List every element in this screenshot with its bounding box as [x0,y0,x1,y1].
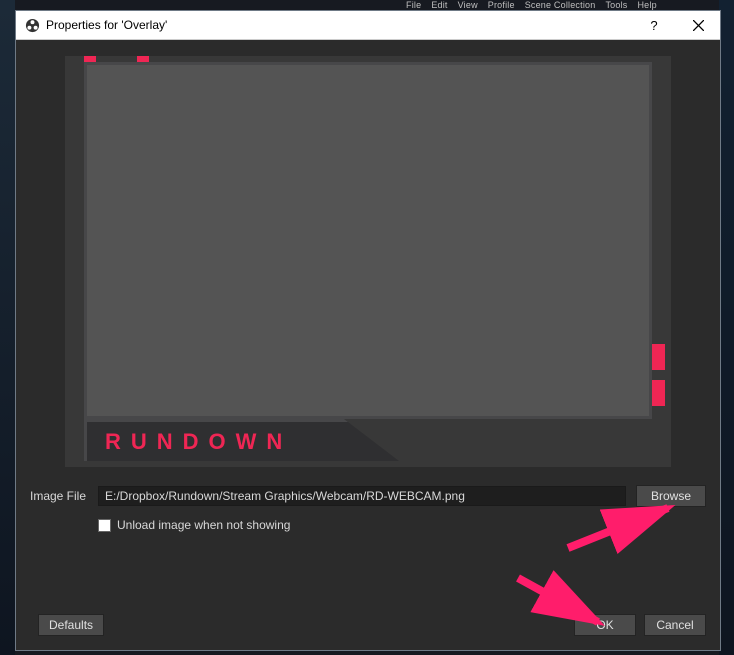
background-menubar: File Edit View Profile Scene Collection … [406,0,657,10]
dialog-body: RUNDOWN Image File Browse Unload image w… [16,40,720,650]
close-icon [693,20,704,31]
help-button[interactable]: ? [632,11,676,39]
window-title: Properties for 'Overlay' [46,18,167,32]
cancel-button[interactable]: Cancel [644,614,706,636]
overlay-window [84,62,652,419]
accent-bar [652,380,665,406]
unload-checkbox[interactable] [98,519,111,532]
overlay-brand-text: RUNDOWN [105,429,292,455]
overlay-brand-plate: RUNDOWN [84,419,399,461]
browse-button[interactable]: Browse [636,485,706,507]
background-right-strip [719,0,734,655]
defaults-button[interactable]: Defaults [38,614,104,636]
titlebar[interactable]: Properties for 'Overlay' ? [16,11,720,40]
background-left-strip [0,0,15,655]
properties-dialog: Properties for 'Overlay' ? RUNDOWN [15,10,721,651]
image-file-label: Image File [30,489,98,503]
image-file-row: Image File Browse [30,485,706,507]
accent-bar [652,344,665,370]
app-icon [24,17,40,33]
overlay-graphic: RUNDOWN [65,56,671,467]
image-file-input[interactable] [98,486,626,506]
ok-button[interactable]: OK [574,614,636,636]
dialog-button-bar: Defaults OK Cancel [30,614,706,636]
unload-checkbox-row[interactable]: Unload image when not showing [98,515,706,535]
unload-checkbox-label: Unload image when not showing [117,518,290,532]
image-preview: RUNDOWN [65,56,671,467]
close-button[interactable] [676,11,720,39]
